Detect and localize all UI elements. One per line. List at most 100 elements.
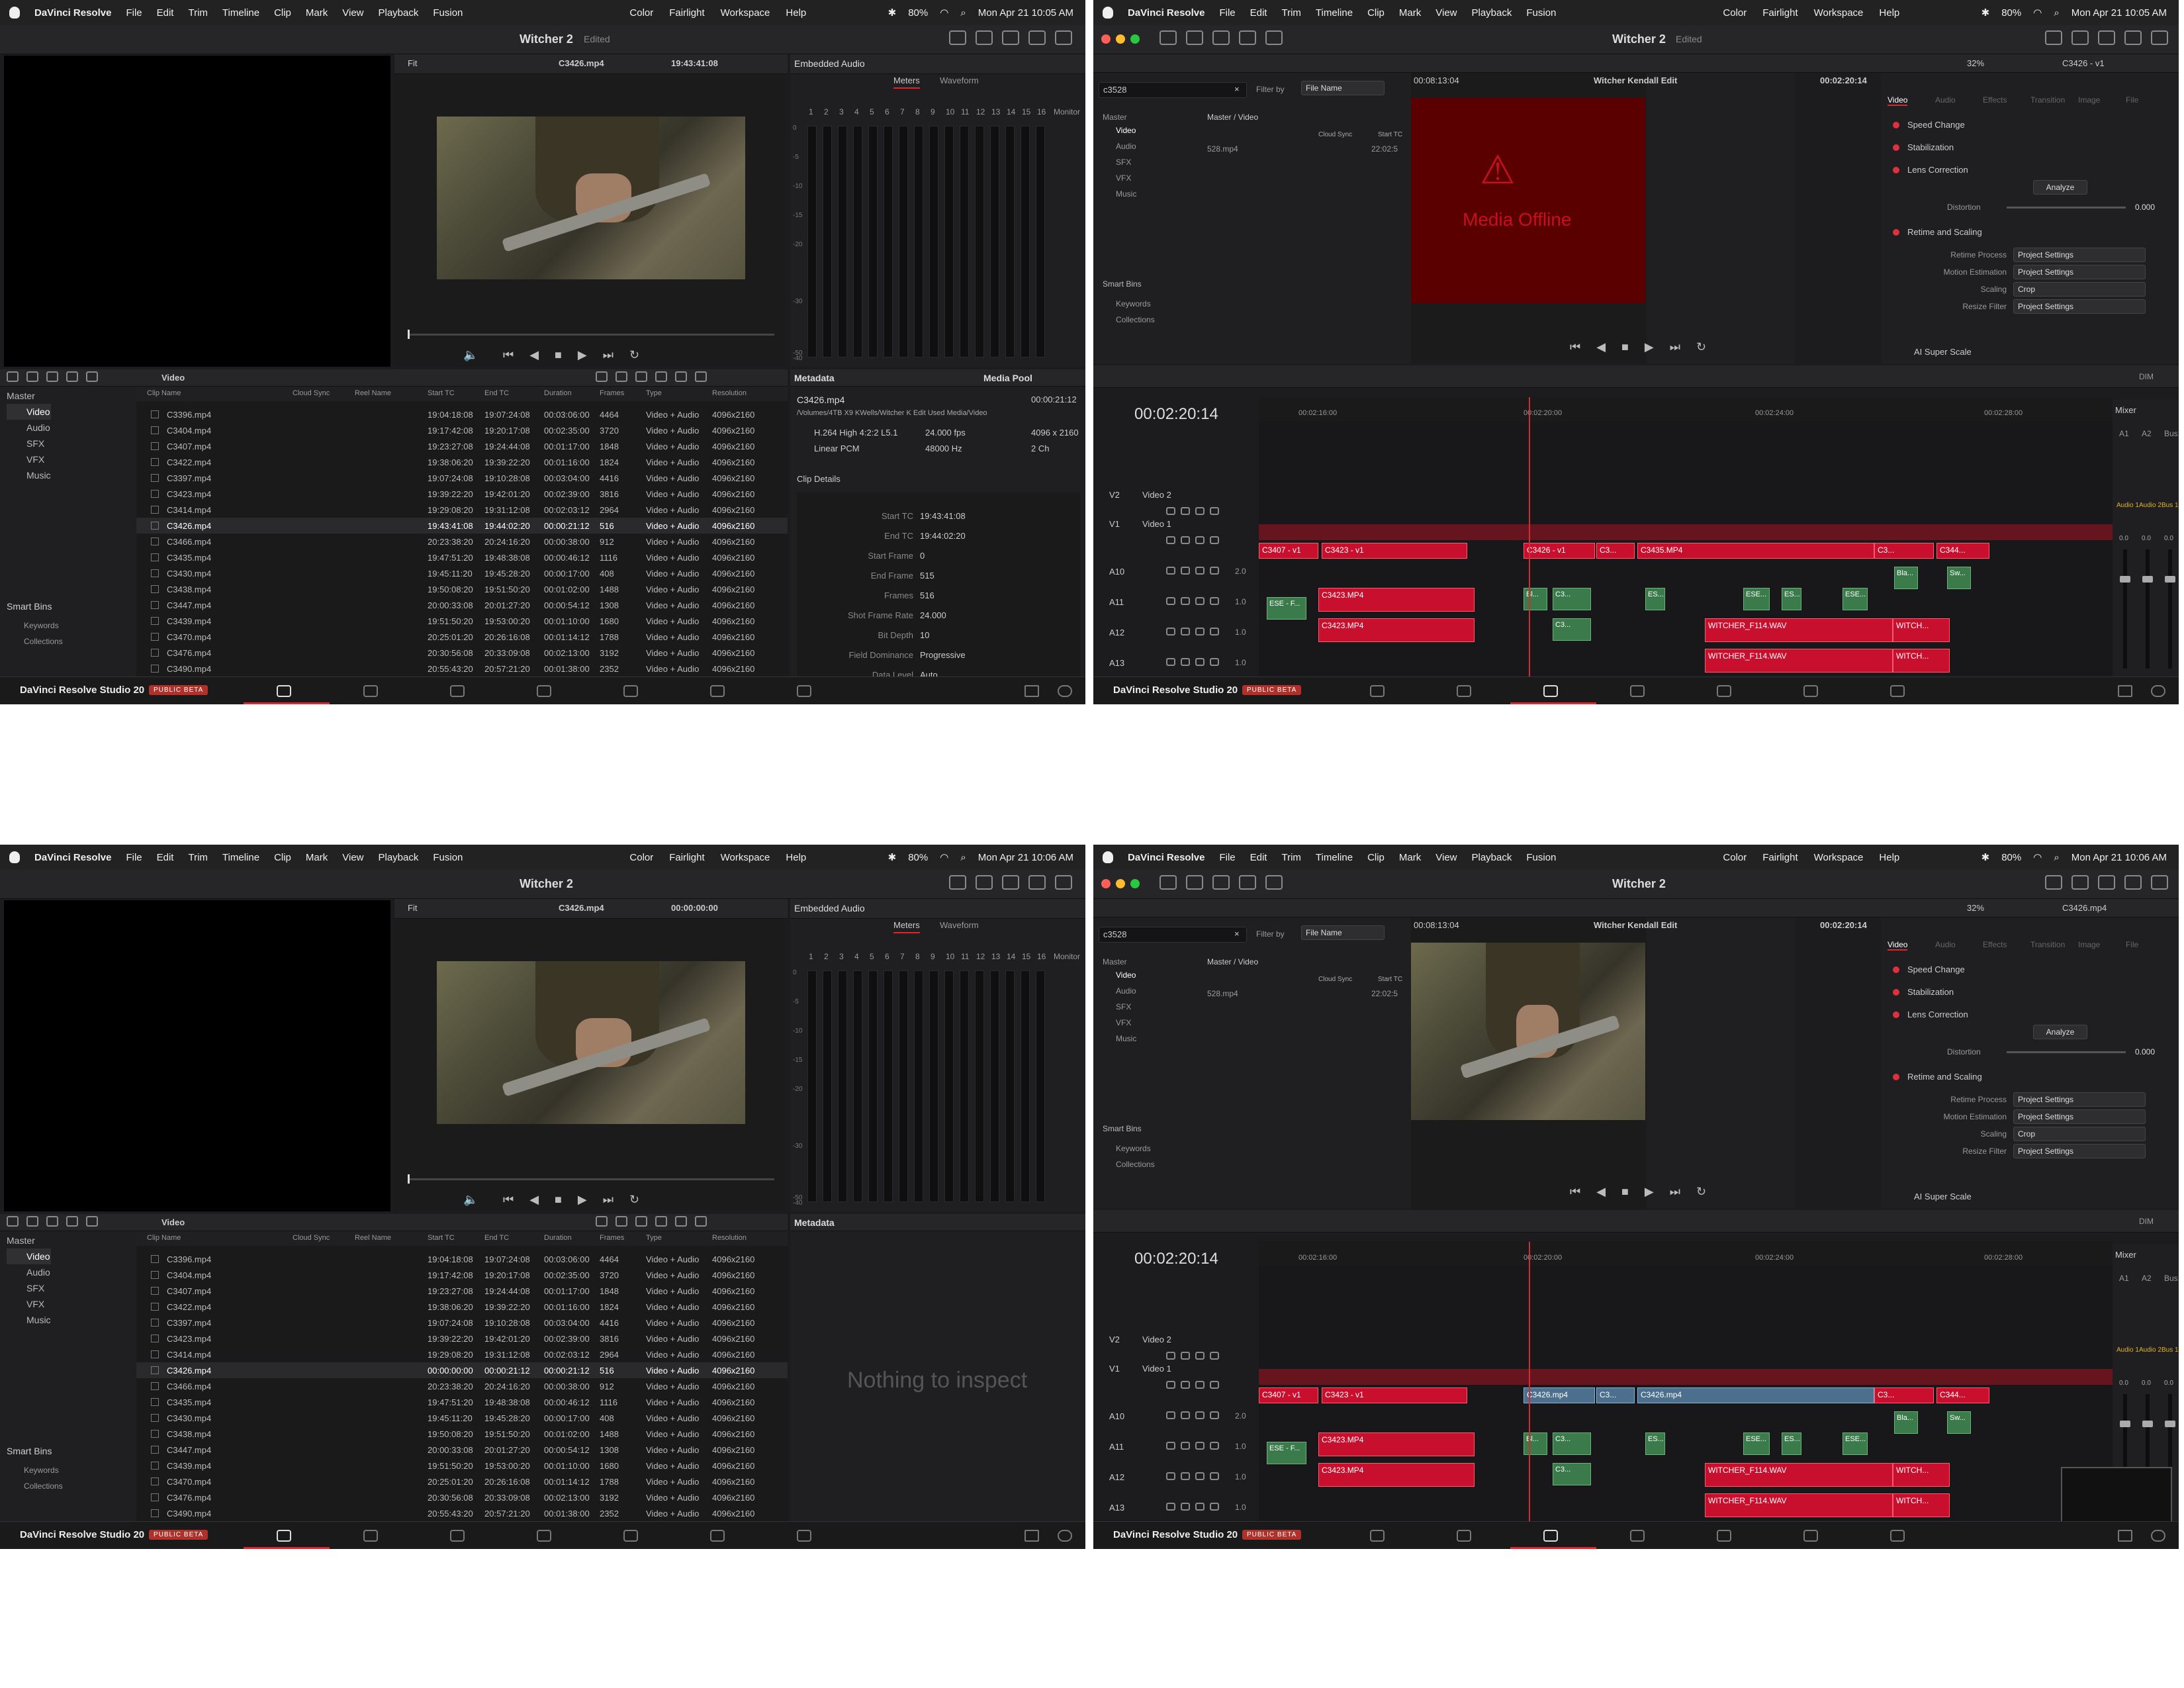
bin-item[interactable]: Video xyxy=(7,404,51,420)
solo-icon[interactable] xyxy=(1195,507,1205,515)
audio-clip[interactable]: WITCHER_F114.WAV xyxy=(1705,649,1893,673)
retime-select[interactable]: Project Settings xyxy=(2013,1144,2146,1158)
row-checkbox[interactable] xyxy=(151,1493,159,1501)
video-clip[interactable]: C3... xyxy=(1874,543,1934,559)
audio-clip[interactable]: Bl... xyxy=(1524,1432,1547,1455)
pool-clip[interactable]: 528.mp4 xyxy=(1207,989,1238,998)
menu-item[interactable]: Workspace xyxy=(1814,852,1864,863)
menu-item[interactable]: Timeline xyxy=(1316,852,1353,863)
menu-item[interactable]: Timeline xyxy=(222,852,259,863)
table-row[interactable]: C3422.mp4 19:38:06:20 19:39:22:20 00:01:16:… xyxy=(136,454,788,470)
row-checkbox[interactable] xyxy=(151,633,159,641)
media-pool-icon[interactable] xyxy=(1160,30,1177,45)
table-row[interactable]: C3430.mp4 19:45:11:20 19:45:28:20 00:00:17:… xyxy=(136,1410,788,1426)
skip-start-icon[interactable]: ⏮ xyxy=(503,348,514,362)
table-row[interactable]: C3476.mp4 20:30:56:08 20:33:09:08 00:02:13:… xyxy=(136,1489,788,1505)
audio-clip[interactable]: C3423.MP4 xyxy=(1318,588,1475,612)
viewer-clip-name[interactable]: C3426.mp4 xyxy=(559,58,604,68)
video-clip[interactable]: C3423 - v1 xyxy=(1322,1387,1467,1403)
scrubber[interactable] xyxy=(408,1178,774,1180)
audio-clip[interactable]: WITCHER_F114.WAV xyxy=(1705,618,1893,642)
forward-icon[interactable] xyxy=(46,1216,58,1227)
fairlight-page-icon[interactable] xyxy=(710,1530,725,1542)
menu-item[interactable]: Fusion xyxy=(433,7,463,19)
menu-item[interactable]: Trim xyxy=(1281,852,1300,863)
row-checkbox[interactable] xyxy=(151,1287,159,1295)
retime-section[interactable]: Retime and Scaling xyxy=(1881,224,2179,242)
apple-icon[interactable] xyxy=(1103,851,1113,863)
step-back-icon[interactable]: ◀ xyxy=(529,1193,539,1207)
fairlight-page-icon[interactable] xyxy=(710,685,725,697)
loop-icon[interactable]: ↻ xyxy=(629,348,639,362)
retime-select[interactable]: Project Settings xyxy=(2013,1109,2146,1124)
zoom-select[interactable]: Fit xyxy=(408,58,417,68)
mixer-icon[interactable] xyxy=(2071,875,2089,890)
video-clip[interactable]: C3... xyxy=(1874,1387,1934,1403)
play-icon[interactable]: ▶ xyxy=(1645,1185,1654,1199)
menu-item[interactable]: File xyxy=(1219,852,1235,863)
sidebar-toggle-icon[interactable] xyxy=(7,371,19,382)
metadata-icon[interactable] xyxy=(2098,30,2115,45)
row-checkbox[interactable] xyxy=(151,490,159,498)
home-icon[interactable] xyxy=(2118,1530,2132,1542)
media-pool-icon[interactable] xyxy=(1160,875,1177,890)
search-icon[interactable]: ⌕ xyxy=(2054,852,2059,863)
menu-item[interactable]: File xyxy=(126,7,142,19)
bin-item[interactable]: Audio xyxy=(1116,142,1136,151)
cut-page-icon[interactable] xyxy=(363,1530,378,1542)
audio-clip[interactable]: ESE... xyxy=(1843,588,1868,610)
inspector-tab[interactable]: Video xyxy=(1888,940,1908,951)
audio-clip[interactable]: ESE... xyxy=(1743,588,1770,610)
inspector-tab[interactable]: Effects xyxy=(1983,95,2007,105)
table-row[interactable]: C3470.mp4 20:25:01:20 20:26:16:08 00:01:14:… xyxy=(136,1474,788,1489)
home-icon[interactable] xyxy=(2118,685,2132,697)
zoom-percent[interactable]: 32% xyxy=(1967,903,1984,913)
playhead-marker[interactable] xyxy=(408,330,410,339)
fader-track[interactable] xyxy=(2146,549,2150,669)
record-icon[interactable] xyxy=(1181,1472,1190,1480)
bin-master[interactable]: Master xyxy=(7,1233,51,1248)
skip-end-icon[interactable]: ⏭ xyxy=(1670,340,1680,354)
settings-gear-icon[interactable] xyxy=(2151,1530,2165,1542)
lock-icon[interactable] xyxy=(1166,536,1175,544)
row-checkbox[interactable] xyxy=(151,410,159,418)
lock-icon[interactable] xyxy=(1166,597,1175,605)
smart-bin-item[interactable]: Collections xyxy=(1116,315,1155,324)
menu-item[interactable]: Mark xyxy=(1399,852,1421,863)
menu-item[interactable]: Help xyxy=(786,7,806,19)
table-row[interactable]: C3414.mp4 19:29:08:20 19:31:12:08 00:02:03:… xyxy=(136,502,788,518)
clone-icon[interactable] xyxy=(1265,875,1283,890)
video-clip[interactable]: C3423 - v1 xyxy=(1322,543,1467,559)
table-row[interactable]: C3435.mp4 19:47:51:20 19:48:38:08 00:00:46:… xyxy=(136,549,788,565)
bin-item[interactable]: VFX xyxy=(1116,1018,1131,1027)
row-checkbox[interactable] xyxy=(151,1271,159,1279)
play-icon[interactable]: ▶ xyxy=(578,348,587,362)
column-header[interactable]: Duration xyxy=(544,389,572,397)
table-row[interactable]: C3438.mp4 19:50:08:20 19:51:50:20 00:01:02:… xyxy=(136,1426,788,1442)
smart-bin-item[interactable]: Keywords xyxy=(1116,1144,1151,1153)
row-checkbox[interactable] xyxy=(151,474,159,482)
home-icon[interactable] xyxy=(1024,1530,1039,1542)
forward-icon[interactable] xyxy=(46,371,58,382)
mute-icon[interactable] xyxy=(1210,536,1219,544)
menu-item[interactable]: Timeline xyxy=(1316,7,1353,19)
menu-item[interactable]: Mark xyxy=(306,7,328,19)
row-checkbox[interactable] xyxy=(151,1366,159,1374)
edit-index-icon[interactable] xyxy=(1212,875,1230,890)
inspector-section[interactable]: Stabilization xyxy=(1881,984,2179,1002)
column-header[interactable]: Frames xyxy=(600,389,624,397)
pool-clip[interactable]: 528.mp4 xyxy=(1207,144,1238,154)
skip-end-icon[interactable]: ⏭ xyxy=(603,1193,614,1207)
collapse-icon[interactable] xyxy=(2151,30,2168,45)
viewer-clip-name[interactable]: C3426.mp4 xyxy=(559,903,604,913)
zoom-select[interactable]: Fit xyxy=(408,903,417,913)
enable-dot[interactable] xyxy=(1893,966,1899,973)
retime-select[interactable]: Crop xyxy=(2013,1127,2146,1141)
mixer-icon[interactable] xyxy=(2071,30,2089,45)
app-menu[interactable]: DaVinci Resolve xyxy=(1128,7,1205,19)
menu-item[interactable]: Color xyxy=(1723,7,1747,19)
distortion-slider[interactable] xyxy=(2007,1051,2126,1053)
audio-clip[interactable]: WITCHER_F114.WAV xyxy=(1705,1493,1893,1517)
video-clip[interactable]: C3426 - v1 xyxy=(1524,543,1595,559)
lock-icon[interactable] xyxy=(1166,1352,1175,1360)
